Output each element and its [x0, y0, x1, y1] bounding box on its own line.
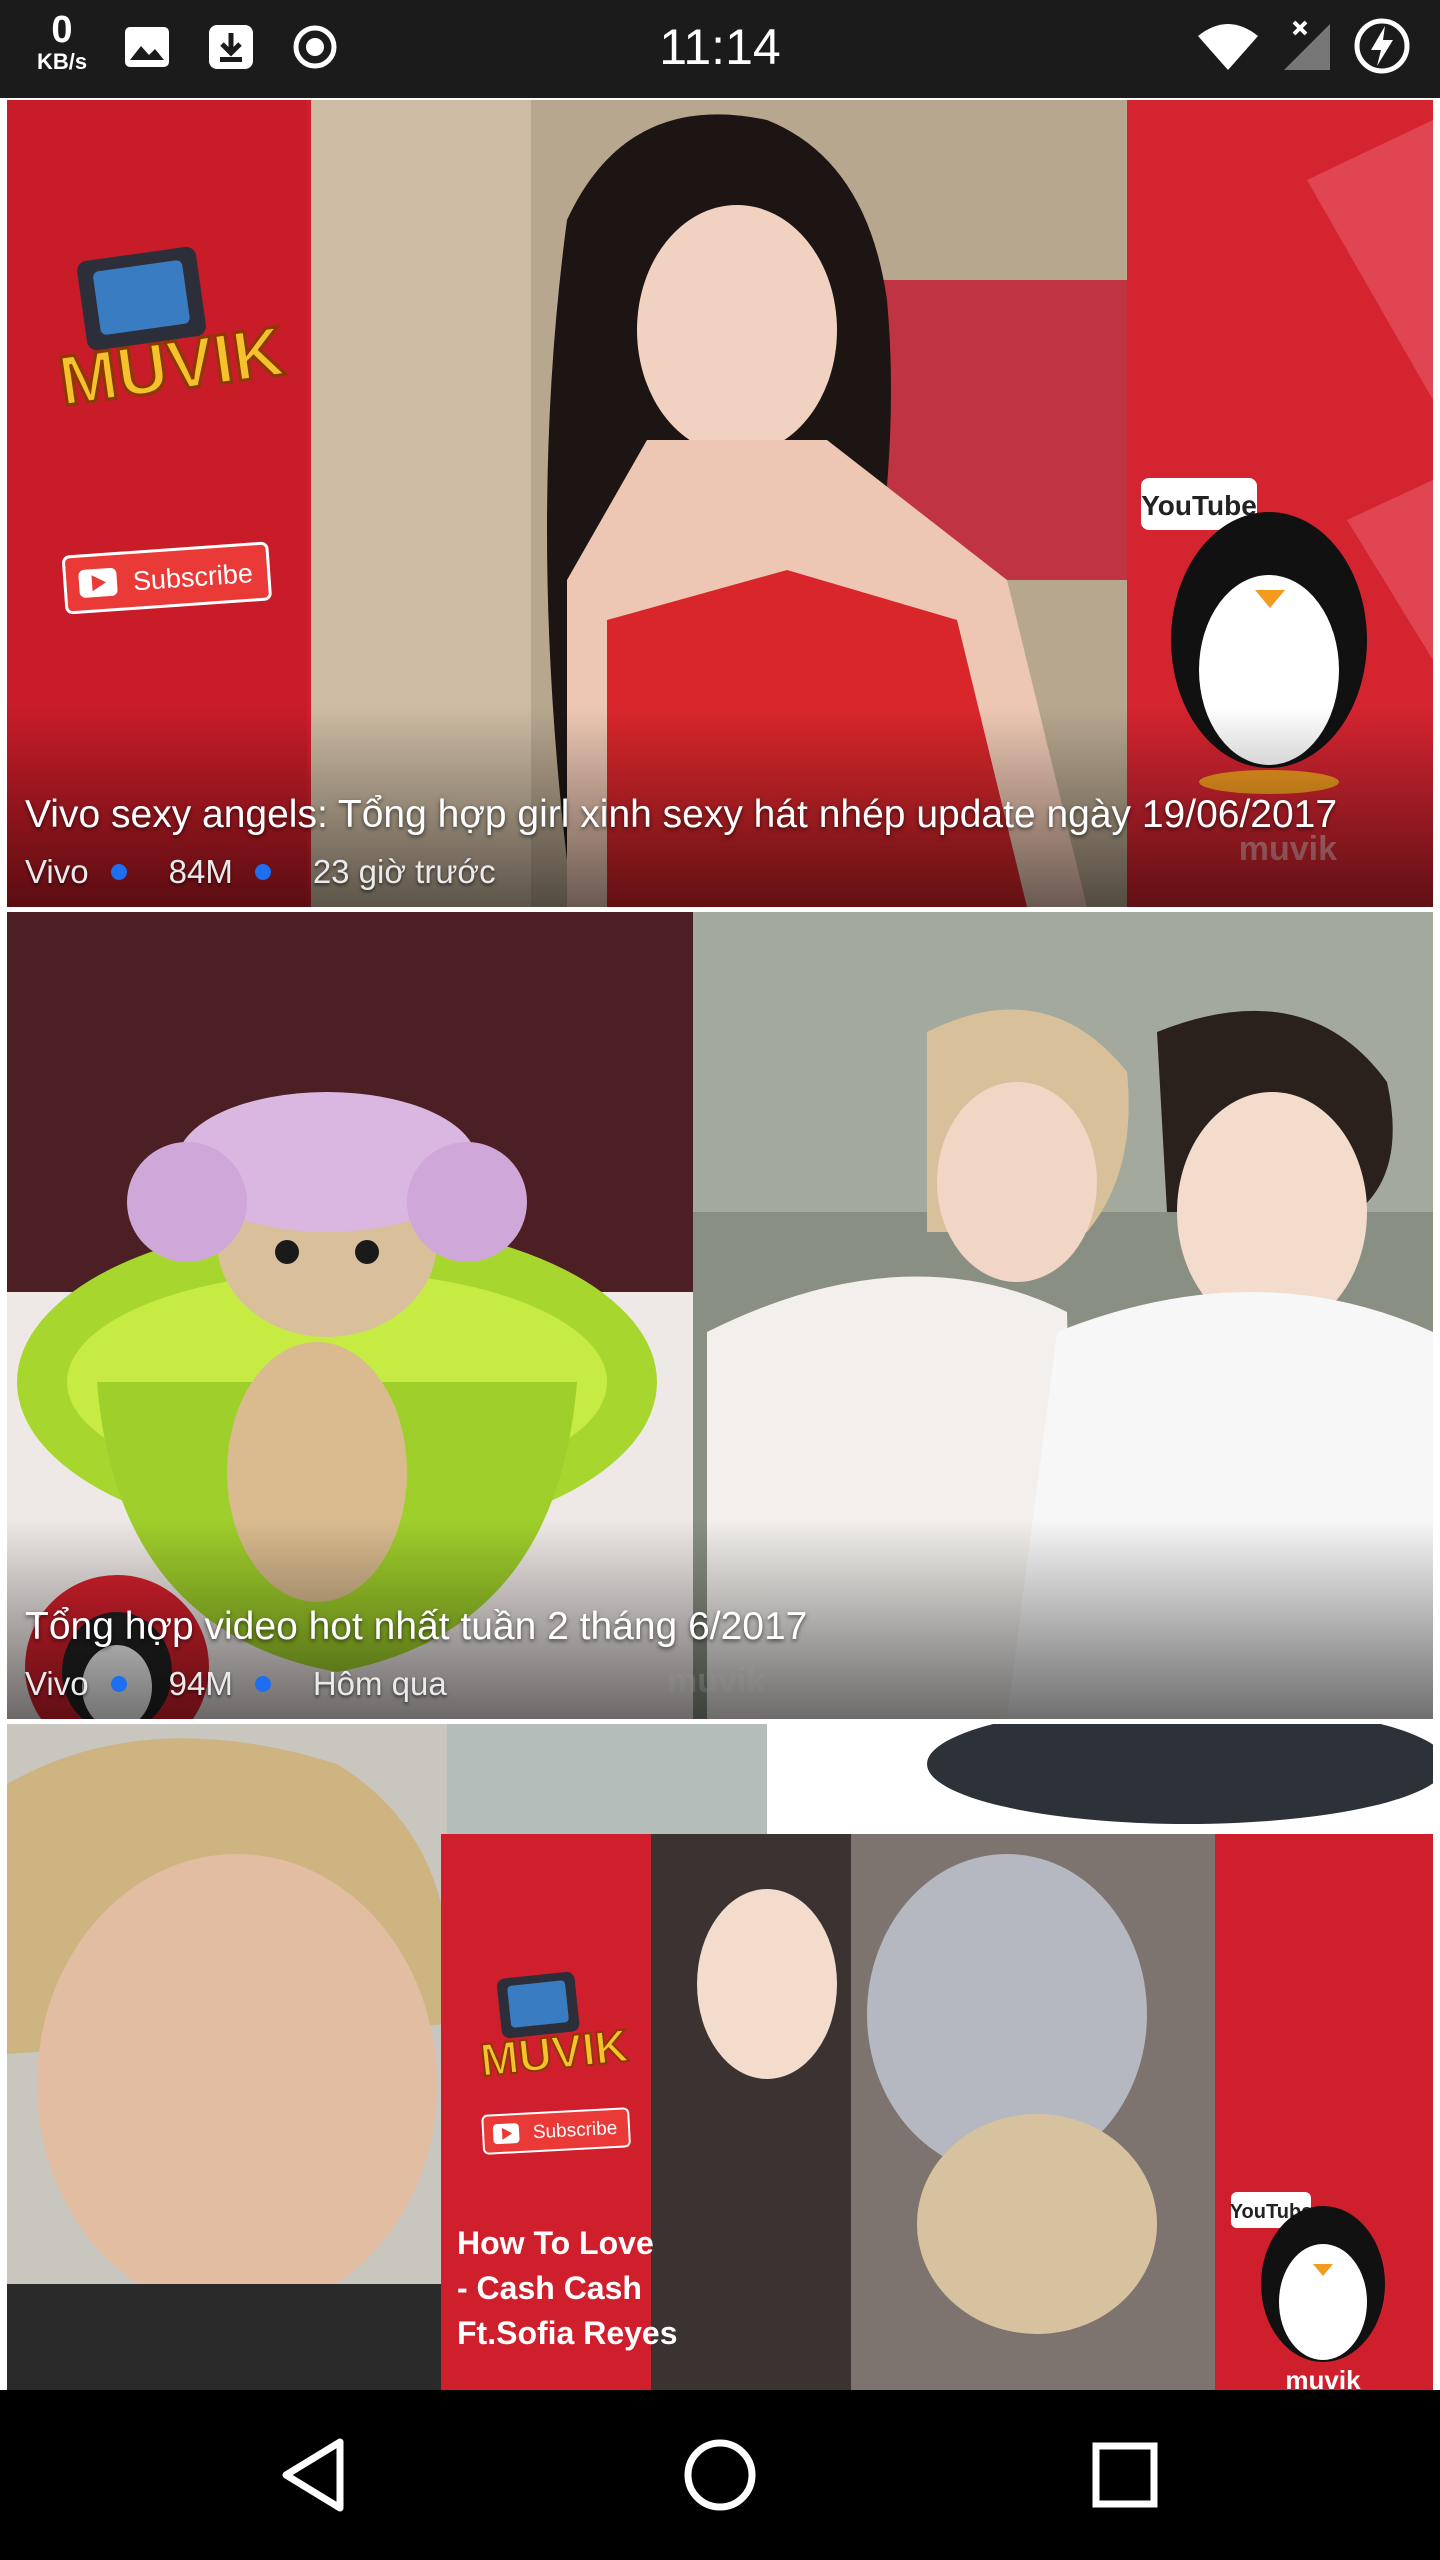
- video-meta: Vivo 84M 23 giờ trước: [25, 847, 496, 893]
- screen: 0 KB/s 11:14 MUVIK Subscribe YouTube Viv…: [0, 0, 1440, 2560]
- video-card[interactable]: MUVIK Subscribe How To Love - Cash Cash …: [7, 1724, 1433, 2390]
- upload-time: 23 giờ trước: [312, 853, 496, 891]
- network-speed-value: 0: [51, 9, 73, 51]
- record-icon: [293, 25, 337, 69]
- separator-dot-icon: [254, 864, 271, 881]
- video-title[interactable]: Tổng hợp video hot nhất tuần 2 tháng 6/2…: [25, 1603, 1413, 1651]
- channel-name[interactable]: Vivo: [25, 1661, 89, 1707]
- download-icon: [209, 25, 253, 69]
- video-thumbnail[interactable]: MUVIK Subscribe How To Love - Cash Cash …: [7, 1724, 1433, 2390]
- upload-time: Hôm qua: [312, 1665, 447, 1703]
- network-speed: 0 KB/s: [30, 10, 94, 74]
- home-icon[interactable]: [675, 2430, 765, 2520]
- channel-name[interactable]: Vivo: [25, 849, 89, 895]
- network-speed-unit: KB/s: [36, 49, 88, 74]
- video-meta: Vivo 94M Hôm qua: [25, 1659, 447, 1705]
- status-bar: 0 KB/s 11:14: [0, 0, 1440, 98]
- video-card[interactable]: MUVIK Subscribe YouTube muvik: [7, 100, 1433, 907]
- image-icon: [125, 27, 169, 67]
- separator-dot-icon: [110, 1676, 127, 1693]
- back-icon[interactable]: [270, 2430, 360, 2520]
- video-feed[interactable]: MUVIK Subscribe YouTube muvik: [0, 98, 1440, 2390]
- song-title-line: Ft.Sofia Reyes: [457, 2315, 678, 2351]
- view-count: 94M: [168, 1665, 233, 1703]
- separator-dot-icon: [254, 1676, 271, 1693]
- video-title[interactable]: Vivo sexy angels: Tổng hợp girl xinh sex…: [25, 791, 1413, 839]
- navigation-bar: [0, 2390, 1440, 2560]
- view-count: 84M: [168, 853, 233, 891]
- youtube-badge-text: YouTube: [1141, 490, 1257, 521]
- video-card[interactable]: muvik Tổng hợp video hot nhất tuần 2 thá…: [7, 912, 1433, 1719]
- recents-icon[interactable]: [1080, 2430, 1170, 2520]
- subscribe-text: Subscribe: [532, 2118, 617, 2143]
- battery-charging-icon: [1354, 18, 1410, 74]
- song-title-line: - Cash Cash: [457, 2270, 642, 2306]
- wifi-icon: [1198, 24, 1258, 70]
- separator-dot-icon: [110, 864, 127, 881]
- muvik-watermark: muvik: [1285, 2365, 1361, 2390]
- clock: 11:14: [659, 19, 781, 75]
- song-title-line: How To Love: [457, 2225, 654, 2261]
- no-signal-icon: [1284, 20, 1330, 70]
